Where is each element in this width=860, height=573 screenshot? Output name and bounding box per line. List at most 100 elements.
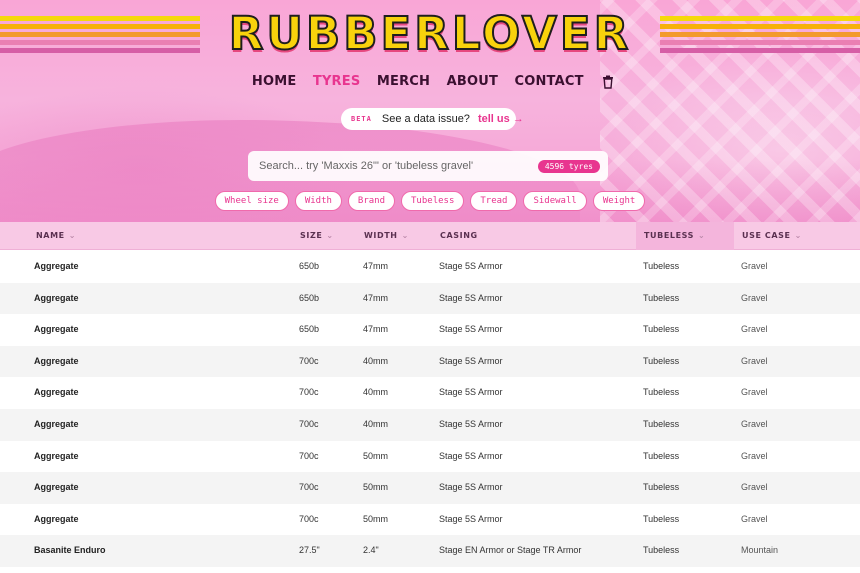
filter-wheel-size[interactable]: Wheel size [214,191,289,211]
cell-size: 650b [299,261,320,271]
filter-sidewall[interactable]: Sidewall [523,191,587,211]
cell-width: 2.4" [363,545,379,556]
cell-size: 700c [299,355,319,366]
cell-size: 650b [299,324,320,335]
nav-tyres[interactable]: TYRES [313,74,361,89]
column-header-tubeless[interactable]: TUBELESS ⌄ [644,222,705,250]
nav-contact[interactable]: CONTACT [514,74,583,89]
cell-tubeless: Tubeless [643,261,680,271]
table-row[interactable]: Aggregate 700c 50mm Stage 5S Armor Tubeless G… [0,440,860,473]
cell-use-case: Gravel [741,513,768,524]
cell-use-case: Gravel [741,482,768,493]
cell-casing: Stage 5S Armor [439,482,503,493]
cell-width: 40mm [363,418,389,429]
cell-casing: Stage EN Armor or Stage TR Armor [439,545,582,556]
filter-tubeless[interactable]: Tubeless [401,191,465,211]
cell-size: 650b [299,292,320,303]
filter-width[interactable]: Width [294,191,342,211]
cell-width: 50mm [363,450,389,461]
filter-tread[interactable]: Tread [470,191,518,211]
cell-name: Aggregate [34,261,79,271]
cell-name: Basanite Enduro [34,545,106,556]
filter-weight[interactable]: Weight [592,191,646,211]
cell-casing: Stage 5S Armor [439,418,503,429]
column-header-width[interactable]: WIDTH ⌄ [364,222,409,250]
cell-size: 700c [299,418,319,429]
filter-brand[interactable]: Brand [347,191,396,211]
cell-use-case: Gravel [741,292,768,303]
cell-use-case: Gravel [741,324,768,335]
cell-size: 700c [299,450,319,461]
table-row[interactable]: Aggregate 700c 50mm Stage 5S Armor Tubeless G… [0,472,860,504]
site-logo[interactable]: RUBBERLOVER [200,7,660,61]
hero-banner: RUBBERLOVER HOME TYRES MERCH ABOUT CONTA… [0,0,860,222]
cell-name: Aggregate [34,418,79,429]
nav-merch[interactable]: MERCH [377,74,430,89]
cell-use-case: Gravel [741,261,768,271]
chevron-down-icon: ⌄ [401,231,409,240]
beta-notice: BETA See a data issue? tell us → [341,108,524,130]
tyre-count-badge: 4596 tyres [537,159,600,173]
cell-name: Aggregate [34,324,79,335]
nav-about[interactable]: ABOUT [447,74,498,89]
nav-home[interactable]: HOME [252,74,297,89]
cell-use-case: Gravel [741,418,768,429]
cell-name: Aggregate [34,450,79,461]
cell-casing: Stage 5S Armor [439,513,503,524]
trash-icon[interactable] [602,75,614,89]
column-header-size[interactable]: SIZE ⌄ [300,222,334,250]
table-row[interactable]: Aggregate 700c 40mm Stage 5S Armor Tubeless G… [0,377,860,409]
cell-casing: Stage 5S Armor [439,355,503,366]
cell-width: 47mm [363,261,389,271]
cell-tubeless: Tubeless [643,450,680,461]
table-row[interactable]: Aggregate 700c 50mm Stage 5S Armor Tubeless G… [0,503,860,536]
cell-width: 47mm [363,292,389,303]
tyre-table-body: Aggregate 650b 47mm Stage 5S Armor Tubeless G… [0,251,860,567]
table-row[interactable]: Aggregate 650b 47mm Stage 5S Armor Tubeless G… [0,251,860,283]
cell-tubeless: Tubeless [643,292,680,303]
chevron-down-icon: ⌄ [68,231,77,240]
tell-us-link[interactable]: tell us → [478,113,524,125]
chevron-down-icon: ⌄ [326,231,334,240]
cell-tubeless: Tubeless [643,545,680,556]
cell-name: Aggregate [34,482,79,493]
cell-width: 50mm [363,513,389,524]
cell-tubeless: Tubeless [643,513,680,524]
table-row[interactable]: Aggregate 650b 47mm Stage 5S Armor Tubeless G… [0,314,860,346]
logo-stripes-left [0,16,200,56]
column-header-use-case[interactable]: USE CASE ⌄ [742,222,802,250]
filter-chips: Wheel size Width Brand Tubeless Tread Si… [0,191,860,211]
cell-size: 700c [299,482,319,493]
cell-name: Aggregate [34,513,79,524]
cell-use-case: Gravel [741,450,768,461]
cell-name: Aggregate [34,292,79,303]
cell-use-case: Gravel [741,387,768,398]
beta-tag: BETA [351,115,372,123]
column-header-name[interactable]: NAME ⌄ [36,222,76,250]
cell-use-case: Mountain [741,545,779,556]
table-row[interactable]: Basanite Enduro 27.5" 2.4" Stage EN Armor o… [0,535,860,567]
cell-casing: Stage 5S Armor [439,387,503,398]
cell-width: 50mm [363,482,389,493]
cell-tubeless: Tubeless [643,482,680,493]
cell-size: 700c [299,513,319,524]
cell-tubeless: Tubeless [643,418,680,429]
cell-tubeless: Tubeless [643,324,680,335]
table-row[interactable]: Aggregate 700c 40mm Stage 5S Armor Tubeless G… [0,408,860,441]
cell-name: Aggregate [34,355,79,366]
cell-casing: Stage 5S Armor [439,324,503,335]
cell-width: 47mm [363,324,389,335]
table-row[interactable]: Aggregate 650b 47mm Stage 5S Armor Tubeless G… [0,282,860,315]
beta-message: See a data issue? [381,113,470,125]
chevron-down-icon: ⌄ [698,231,706,240]
logo-stripes-right [660,16,860,56]
search-bar: 4596 tyres [248,151,608,181]
cell-size: 700c [299,387,319,398]
search-input[interactable] [259,160,538,172]
cell-size: 27.5" [299,545,320,556]
cell-tubeless: Tubeless [643,355,680,366]
cell-width: 40mm [363,355,389,366]
table-row[interactable]: Aggregate 700c 40mm Stage 5S Armor Tubeless G… [0,345,860,378]
column-header-casing[interactable]: CASING [440,222,478,250]
cell-casing: Stage 5S Armor [439,261,503,271]
